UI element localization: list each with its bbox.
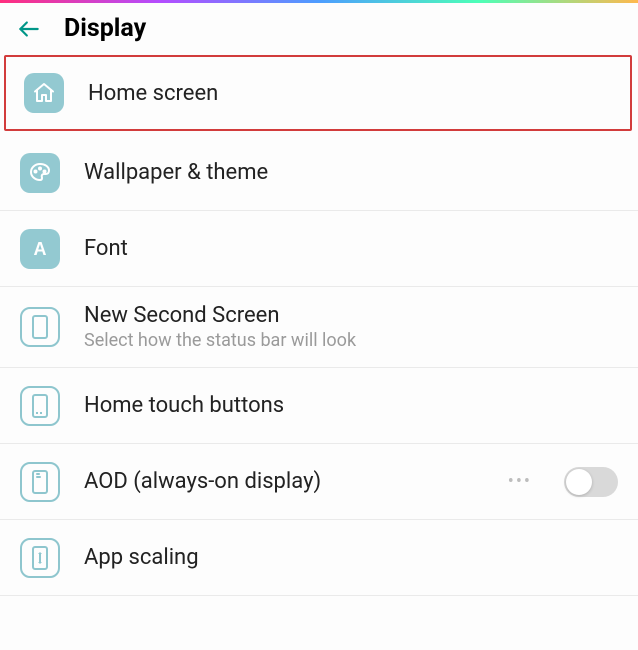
second-screen-icon	[20, 307, 60, 347]
header: Display	[0, 0, 638, 53]
row-subtitle: Select how the status bar will look	[84, 330, 618, 351]
aod-toggle[interactable]	[564, 467, 618, 497]
row-font[interactable]: A Font	[0, 211, 638, 287]
window-accent-border	[0, 0, 638, 3]
row-label: Wallpaper & theme	[84, 160, 618, 185]
page-title: Display	[64, 14, 146, 43]
app-scaling-icon	[20, 538, 60, 578]
row-app-scaling[interactable]: App scaling	[0, 520, 638, 596]
settings-list: Home screen Wallpaper & theme A Font	[0, 55, 638, 596]
font-icon: A	[20, 229, 60, 269]
row-aod[interactable]: AOD (always-on display) •••	[0, 444, 638, 520]
svg-text:A: A	[34, 239, 47, 259]
row-label: Home screen	[88, 81, 612, 106]
touch-buttons-icon	[20, 386, 60, 426]
aod-icon	[20, 462, 60, 502]
row-label: Font	[84, 236, 618, 261]
back-button[interactable]	[16, 16, 42, 42]
row-label: AOD (always-on display)	[84, 469, 484, 494]
palette-icon	[20, 153, 60, 193]
row-label: New Second Screen	[84, 303, 618, 328]
more-icon[interactable]: •••	[508, 471, 532, 492]
row-label: Home touch buttons	[84, 393, 618, 418]
row-home-screen[interactable]: Home screen	[4, 55, 632, 131]
arrow-left-icon	[16, 16, 42, 42]
home-icon	[24, 73, 64, 113]
row-home-touch-buttons[interactable]: Home touch buttons	[0, 368, 638, 444]
row-label: App scaling	[84, 545, 618, 570]
row-wallpaper-theme[interactable]: Wallpaper & theme	[0, 135, 638, 211]
row-new-second-screen[interactable]: New Second Screen Select how the status …	[0, 287, 638, 368]
